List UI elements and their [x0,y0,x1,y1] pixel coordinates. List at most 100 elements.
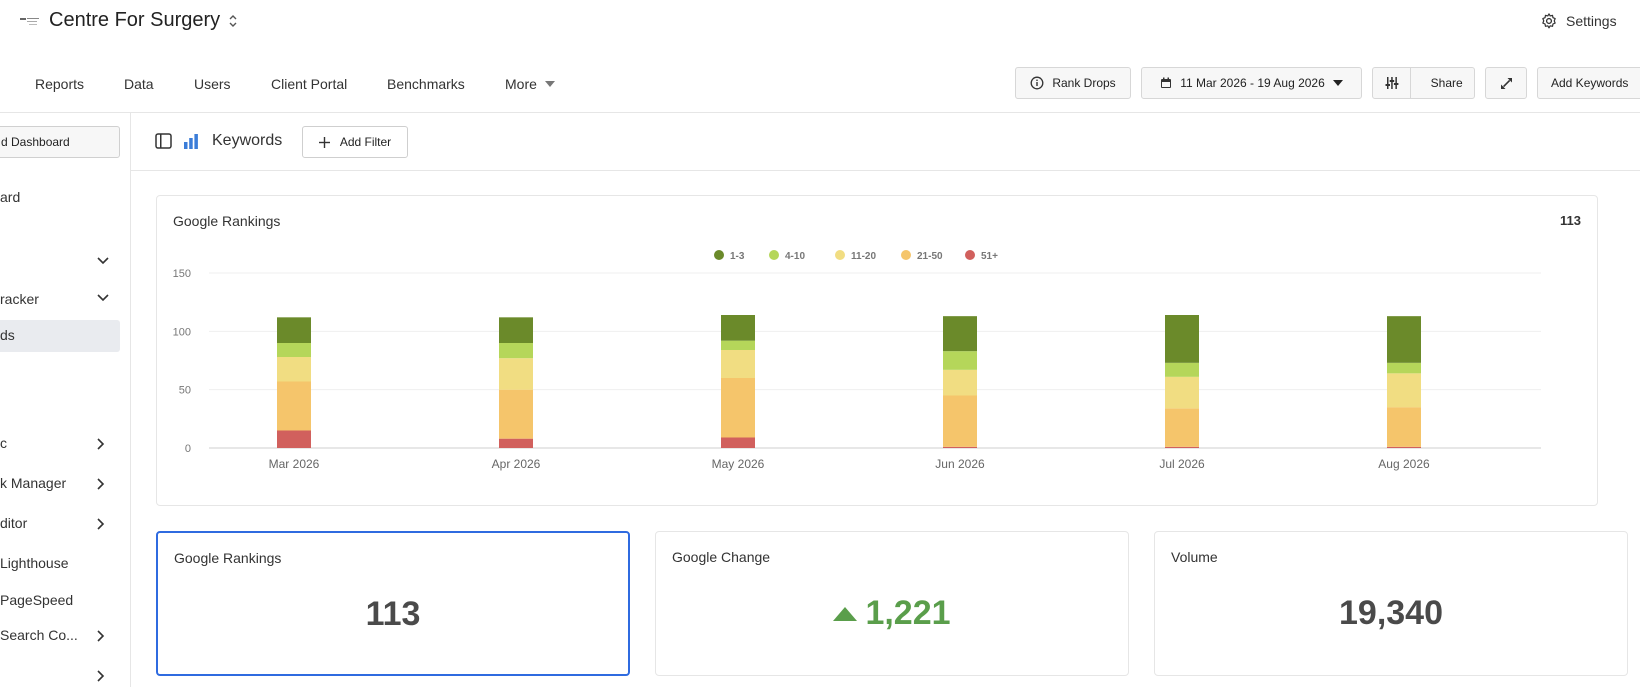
bar-segment [1387,316,1421,363]
x-tick-label: Jul 2026 [1159,457,1205,471]
chevron-right-icon [97,670,105,682]
y-tick-label: 100 [173,326,191,338]
bar-segment [1387,373,1421,408]
legend-label: 11-20 [851,251,876,262]
nav-reports[interactable]: Reports [35,76,84,92]
nav-data[interactable]: Data [124,76,154,92]
caret-down-icon [1332,80,1343,86]
bar-segment [1165,362,1199,377]
sidebar-item-dashboard[interactable]: ard [0,189,125,205]
bar-segment [721,315,755,341]
legend-label: 51+ [981,251,998,262]
chevron-down-icon [97,294,109,302]
bar-segment [721,340,755,350]
sidebar-item-label: Search Co... [0,627,78,643]
bar-segment [943,395,977,447]
bar-segment [277,430,311,448]
legend-swatch [901,250,911,260]
stat-title: Google Rankings [174,550,282,566]
sidebar-item-rank-tracker[interactable]: racker [0,291,125,307]
add-filter-button[interactable]: Add Filter [302,126,408,158]
sidebar-item-pagespeed[interactable]: PageSpeed [0,592,125,608]
sidebar-item-lighthouse[interactable]: Lighthouse [0,555,125,571]
nav-more[interactable]: More [505,76,555,92]
expand-button[interactable] [1485,67,1527,99]
chevron-right-icon [97,630,105,642]
bar-segment [1387,362,1421,374]
legend-swatch [769,250,779,260]
stat-card-volume[interactable]: Volume 19,340 [1154,531,1628,676]
sidebar-item-auditor[interactable]: ditor [0,515,125,531]
stat-card-google-rankings[interactable]: Google Rankings 113 [156,531,630,676]
add-keywords-label: Add Keywords [1551,76,1629,90]
stat-title: Volume [1171,549,1218,565]
chart-total: 113 [1560,213,1581,228]
stat-title: Google Change [672,549,771,565]
bar-segment [277,381,311,431]
legend-swatch [835,250,845,260]
share-button[interactable]: Share [1419,68,1474,98]
stat-value: 1,221 [865,594,951,632]
settings-button[interactable]: Settings [1540,12,1617,30]
caret-down-icon [544,81,555,87]
bar-segment [943,369,977,396]
sidebar-item-label: c [0,435,7,451]
page-subheader: Keywords Add Filter [131,113,1640,171]
top-bar: Centre For Surgery Settings [0,0,1640,46]
nav-client-portal[interactable]: Client Portal [271,76,347,92]
sidebar-item-more[interactable] [0,667,125,687]
sidebar-item-search-console[interactable]: Search Co... [0,627,125,643]
bar-segment [1387,407,1421,447]
date-range-label: 11 Mar 2026 - 19 Aug 2026 [1180,76,1325,90]
chevron-right-icon [97,438,105,450]
sidebar-item-label: Lighthouse [0,555,69,571]
triangle-up-icon [833,606,858,621]
nav-benchmarks[interactable]: Benchmarks [387,76,465,92]
sidebar-item-keywords[interactable]: ds [0,327,125,343]
sidebar-item-group[interactable] [0,254,125,274]
dashboard-button[interactable]: d Dashboard [0,126,120,158]
bar-segment [1165,376,1199,409]
bar-segment [499,343,533,359]
share-label: Share [1430,76,1463,90]
adjust-button[interactable] [1373,68,1412,98]
x-tick-label: Aug 2026 [1378,457,1430,471]
switch-project-icon[interactable] [228,13,238,29]
info-icon [1030,76,1044,90]
sidebar-toggle-icon[interactable] [155,133,172,149]
rank-drops-label: Rank Drops [1052,76,1116,90]
sidebar-item-label: ds [0,327,15,343]
bar-segment [943,316,977,352]
bar-segment [1387,446,1421,448]
bar-segment [1165,408,1199,447]
stat-card-google-change[interactable]: Google Change 1,221 [655,531,1129,676]
bar-segment [499,358,533,390]
sidebar-item-traffic[interactable]: c [0,435,125,451]
bar-segment [721,350,755,378]
rank-drops-button[interactable]: Rank Drops [1015,67,1131,99]
google-rankings-chart-card: Google Rankings 113 0 50 100 150 1-3 4-10 11-2… [156,195,1598,506]
sidebar-item-label: racker [0,291,39,307]
calendar-icon [1161,77,1172,88]
x-tick-label: May 2026 [712,457,765,471]
sidebar-item-label: PageSpeed [0,592,74,608]
nav-more-label: More [505,76,537,92]
bar-segment [721,378,755,438]
app-title[interactable]: Centre For Surgery [49,9,220,32]
settings-label: Settings [1566,13,1617,29]
add-keywords-button[interactable]: Add Keywords [1537,67,1640,99]
bar-segment [721,437,755,448]
date-range-picker[interactable]: 11 Mar 2026 - 19 Aug 2026 [1141,67,1362,99]
legend-label: 21-50 [917,251,943,262]
legend-swatch [714,250,724,260]
chevron-right-icon [97,478,105,490]
logo-icon [20,18,39,25]
chevron-right-icon [97,518,105,530]
bar-segment [277,317,311,343]
y-tick-label: 150 [173,268,191,280]
sidebar-item-task-manager[interactable]: k Manager [0,475,125,491]
add-filter-label: Add Filter [339,135,392,149]
x-tick-label: Mar 2026 [269,457,320,471]
nav-users[interactable]: Users [194,76,231,92]
legend-label: 4-10 [785,251,805,262]
